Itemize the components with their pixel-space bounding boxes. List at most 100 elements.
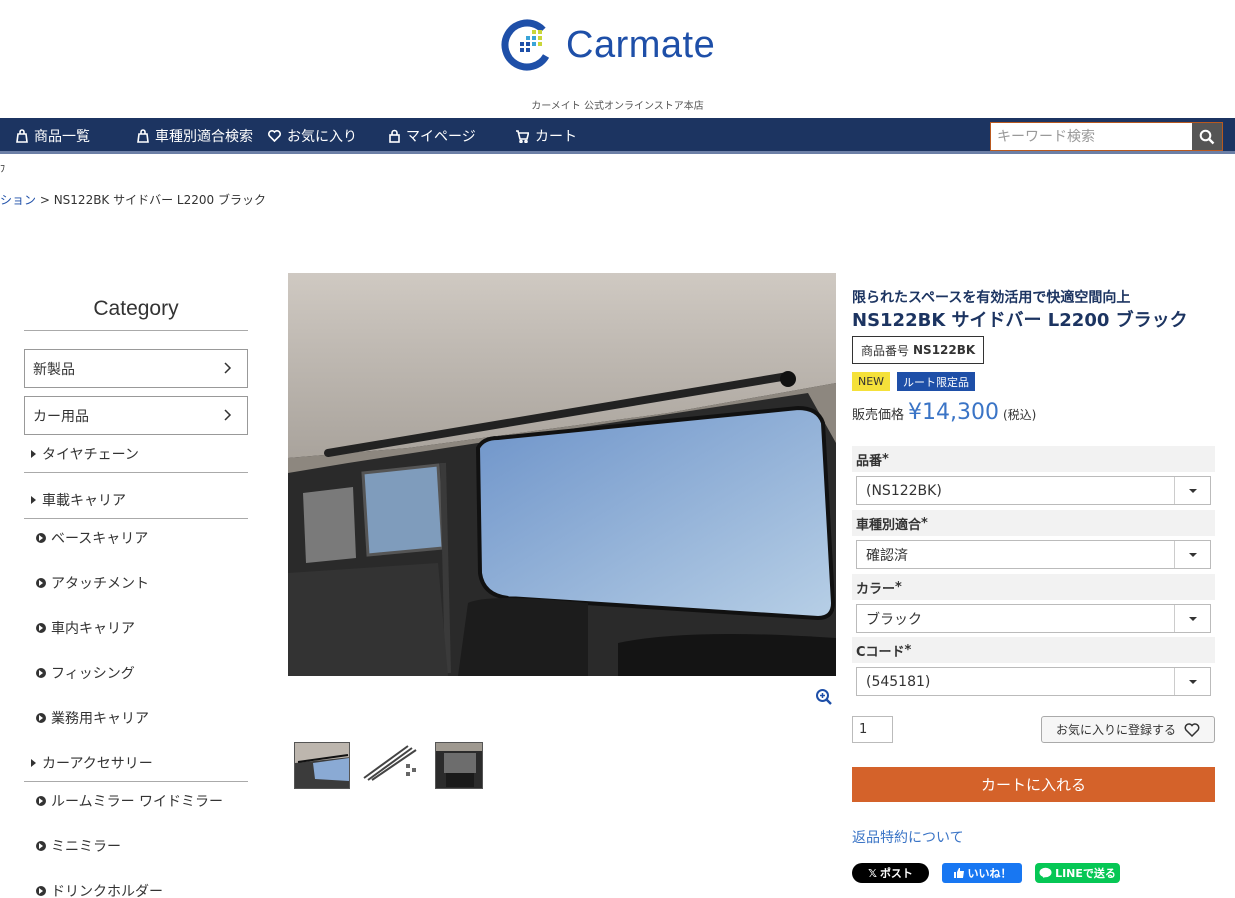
option-label-color: カラー * bbox=[852, 574, 1215, 600]
x-logo-icon: 𝕏 bbox=[868, 866, 877, 880]
line-share-button[interactable]: LINEで送る bbox=[1035, 863, 1120, 883]
thumbnail-parts-image bbox=[362, 742, 422, 782]
category-room-mirror[interactable]: ルームミラー ワイドミラー bbox=[36, 791, 223, 811]
carmate-logo-mark-icon bbox=[501, 19, 553, 71]
category-label: ドリンクホルダー bbox=[51, 884, 163, 898]
return-policy-link[interactable]: 返品特約について bbox=[852, 827, 964, 847]
nav-label: お気に入り bbox=[287, 129, 357, 145]
nav-mypage[interactable]: マイページ bbox=[389, 118, 476, 154]
add-to-cart-button[interactable]: カートに入れる bbox=[852, 767, 1215, 802]
bag-icon bbox=[16, 129, 28, 143]
search-button[interactable] bbox=[1192, 122, 1223, 151]
route-limited-badge: ルート限定品 bbox=[897, 372, 975, 391]
option-label-text: 車種別適合 bbox=[856, 517, 922, 533]
category-drink-holder[interactable]: ドリンクホルダー bbox=[36, 881, 163, 898]
lock-icon bbox=[389, 129, 400, 143]
option-label-text: 品番 bbox=[856, 453, 883, 469]
product-thumbnail[interactable] bbox=[435, 742, 483, 789]
category-title: Category bbox=[93, 297, 179, 320]
product-code-value: NS122BK bbox=[913, 343, 976, 357]
carmate-logo[interactable]: Carmate bbox=[500, 18, 715, 72]
circle-arrow-icon bbox=[36, 533, 46, 543]
facebook-like-button[interactable]: いいね！ bbox=[942, 863, 1022, 883]
breadcrumb-parent-link[interactable]: ション bbox=[0, 193, 36, 207]
select-part-number[interactable]: (NS122BK) bbox=[856, 476, 1211, 505]
chevron-down-icon bbox=[1174, 477, 1210, 504]
chevron-down-icon bbox=[1174, 668, 1210, 695]
nav-vehicle-search[interactable]: 車種別適合検索 bbox=[137, 118, 253, 154]
caret-right-icon bbox=[31, 450, 36, 458]
category-business-carrier[interactable]: 業務用キャリア bbox=[36, 708, 149, 728]
nav-favorites[interactable]: お気に入り bbox=[268, 118, 357, 154]
select-value: 確認済 bbox=[866, 547, 908, 564]
circle-arrow-icon bbox=[36, 713, 46, 723]
add-to-favorites-button[interactable]: お気に入りに登録する bbox=[1041, 716, 1215, 743]
zoom-in-icon[interactable] bbox=[815, 688, 833, 706]
nav-label: 商品一覧 bbox=[34, 129, 90, 145]
select-vehicle-fit[interactable]: 確認済 bbox=[856, 540, 1211, 569]
store-tagline: カーメイト 公式オンラインストア本店 bbox=[531, 101, 704, 112]
product-thumbnail[interactable] bbox=[294, 742, 350, 789]
caret-right-icon bbox=[31, 496, 36, 504]
circle-arrow-icon bbox=[36, 841, 46, 851]
circle-arrow-icon bbox=[36, 886, 46, 896]
nav-cart[interactable]: カート bbox=[515, 118, 577, 154]
category-car-carrier[interactable]: 車載キャリア bbox=[31, 490, 126, 510]
chevron-down-icon bbox=[1174, 605, 1210, 632]
price-value: ¥14,300 bbox=[908, 400, 999, 425]
van-interior-photo bbox=[288, 273, 836, 676]
required-mark: * bbox=[904, 642, 912, 658]
share-x-button[interactable]: 𝕏 ポスト bbox=[852, 863, 929, 883]
product-thumbnail[interactable] bbox=[362, 742, 422, 782]
category-label: 車内キャリア bbox=[51, 621, 135, 637]
thumbnail-interior-image bbox=[295, 743, 349, 788]
nav-label: カート bbox=[535, 129, 577, 145]
category-attachment[interactable]: アタッチメント bbox=[36, 573, 149, 593]
category-tire-chain[interactable]: タイヤチェーン bbox=[31, 444, 139, 464]
category-label: タイヤチェーン bbox=[42, 447, 139, 463]
category-new-products[interactable]: 新製品 bbox=[24, 349, 248, 388]
brand-name: Carmate bbox=[566, 23, 716, 66]
circle-arrow-icon bbox=[36, 668, 46, 678]
category-label: カー用品 bbox=[33, 408, 89, 425]
nav-label: 車種別適合検索 bbox=[155, 129, 253, 145]
product-code-box: 商品番号 NS122BK bbox=[852, 336, 985, 364]
required-mark: * bbox=[882, 451, 889, 467]
breadcrumb-current: NS122BK サイドバー L2200 ブラック bbox=[53, 193, 266, 207]
breadcrumb: ション > NS122BK サイドバー L2200 ブラック bbox=[0, 191, 266, 208]
category-label: ミニミラー bbox=[51, 839, 121, 855]
category-base-carrier[interactable]: ベースキャリア bbox=[36, 528, 148, 548]
nav-label: マイページ bbox=[406, 129, 476, 145]
select-value: (NS122BK) bbox=[866, 482, 942, 499]
share-label: ポスト bbox=[879, 867, 913, 880]
category-interior-carrier[interactable]: 車内キャリア bbox=[36, 618, 135, 638]
bag-icon bbox=[137, 129, 149, 143]
share-label: LINEで送る bbox=[1055, 867, 1116, 880]
category-car-goods[interactable]: カー用品 bbox=[24, 396, 248, 435]
favorite-label: お気に入りに登録する bbox=[1055, 723, 1176, 737]
category-label: 車載キャリア bbox=[42, 493, 126, 509]
product-main-image[interactable] bbox=[288, 273, 836, 676]
category-label: ルームミラー ワイドミラー bbox=[51, 794, 224, 810]
product-code-label: 商品番号 bbox=[861, 343, 910, 358]
product-catchphrase: 限られたスペースを有効活用で快適空間向上 bbox=[852, 290, 1131, 306]
category-fishing[interactable]: フィッシング bbox=[36, 663, 135, 683]
price-label: 販売価格 bbox=[852, 408, 905, 423]
search-input[interactable] bbox=[990, 122, 1193, 151]
option-label-c-code: Cコード * bbox=[852, 637, 1215, 663]
select-value: (545181) bbox=[866, 673, 931, 690]
select-c-code[interactable]: (545181) bbox=[856, 667, 1211, 696]
heart-icon bbox=[1184, 722, 1200, 737]
quantity-input[interactable]: 1 bbox=[852, 716, 893, 743]
category-label: 新製品 bbox=[33, 361, 75, 378]
option-label-vehicle-fit: 車種別適合 * bbox=[852, 510, 1215, 536]
nav-product-list[interactable]: 商品一覧 bbox=[16, 118, 90, 154]
category-label: 業務用キャリア bbox=[51, 711, 149, 727]
category-mini-mirror[interactable]: ミニミラー bbox=[36, 836, 121, 856]
thumbnail-rear-view-image bbox=[436, 743, 482, 788]
chevron-down-icon bbox=[1174, 541, 1210, 568]
category-car-accessory[interactable]: カーアクセサリー bbox=[31, 753, 153, 773]
select-color[interactable]: ブラック bbox=[856, 604, 1211, 633]
category-label: アタッチメント bbox=[51, 576, 149, 592]
breadcrumb-fragment: ﾌ bbox=[0, 164, 5, 175]
